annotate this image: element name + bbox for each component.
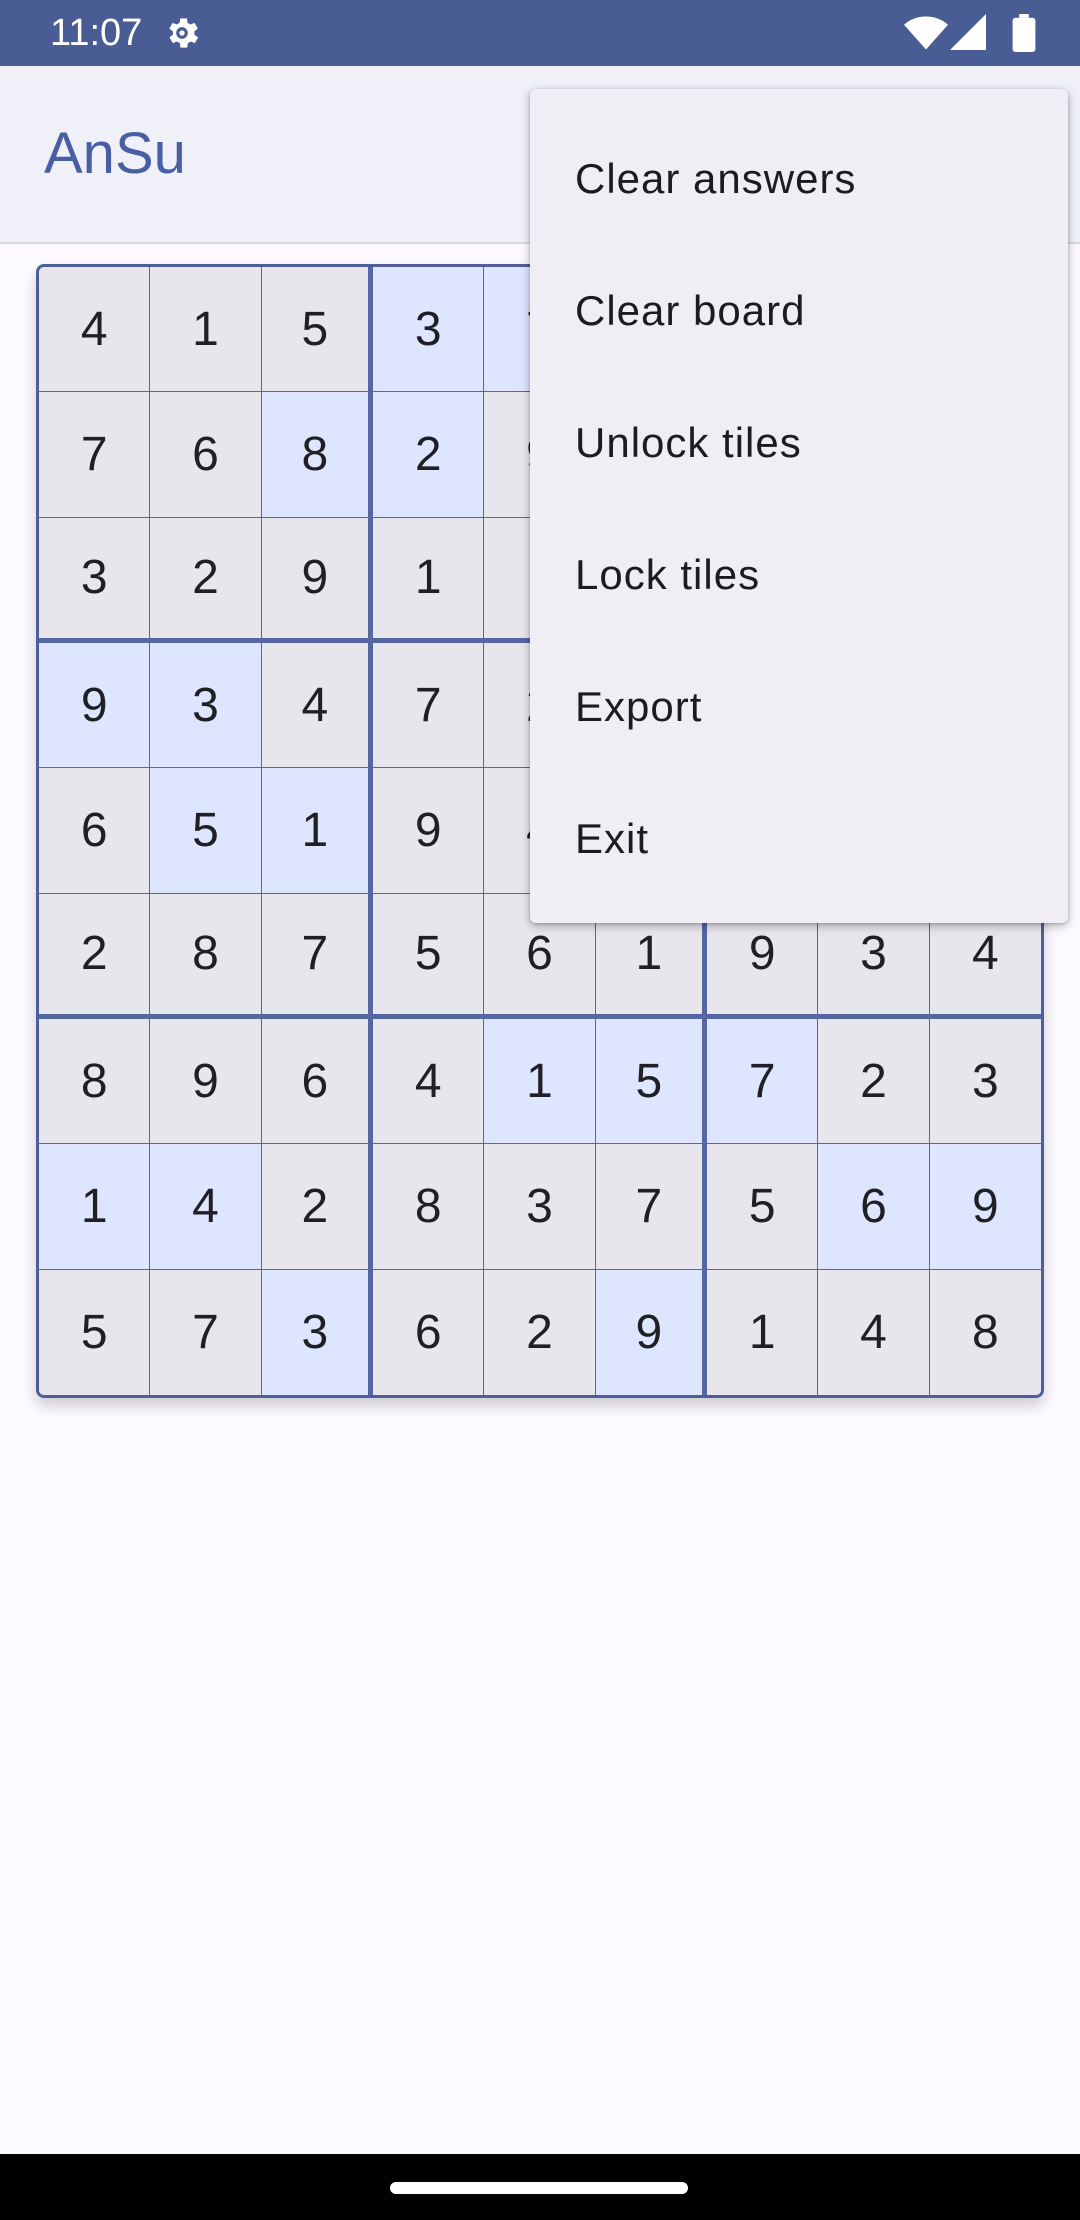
sudoku-cell[interactable]: 4 — [818, 1269, 930, 1395]
battery-icon — [1012, 14, 1036, 52]
app-title: AnSu — [44, 121, 186, 186]
sudoku-cell[interactable]: 6 — [39, 768, 151, 894]
sudoku-cell[interactable]: 1 — [373, 517, 485, 643]
sudoku-cell[interactable]: 8 — [929, 1269, 1041, 1395]
sudoku-cell[interactable]: 5 — [373, 893, 485, 1019]
sudoku-cell[interactable]: 7 — [39, 392, 151, 518]
sudoku-cell[interactable]: 4 — [373, 1019, 485, 1145]
sudoku-cell[interactable]: 1 — [39, 1144, 151, 1270]
settings-gear-icon — [169, 18, 199, 48]
menu-item-exit[interactable]: Exit — [530, 773, 1068, 905]
sudoku-cell[interactable]: 4 — [150, 1144, 262, 1270]
sudoku-cell[interactable]: 9 — [595, 1269, 707, 1395]
sudoku-cell[interactable]: 6 — [150, 392, 262, 518]
sudoku-cell[interactable]: 8 — [373, 1144, 485, 1270]
sudoku-cell[interactable]: 5 — [707, 1144, 819, 1270]
status-time: 11:07 — [50, 12, 143, 54]
sudoku-cell[interactable]: 2 — [818, 1019, 930, 1145]
sudoku-cell[interactable]: 3 — [39, 517, 151, 643]
sudoku-cell[interactable]: 2 — [373, 392, 485, 518]
sudoku-cell[interactable]: 1 — [707, 1269, 819, 1395]
sudoku-cell[interactable]: 9 — [150, 1019, 262, 1145]
sudoku-cell[interactable]: 1 — [150, 267, 262, 393]
sudoku-cell[interactable]: 3 — [484, 1144, 596, 1270]
sudoku-cell[interactable]: 5 — [595, 1019, 707, 1145]
home-gesture-handle[interactable] — [390, 2182, 688, 2194]
sudoku-cell[interactable]: 9 — [373, 768, 485, 894]
sudoku-cell[interactable]: 5 — [150, 768, 262, 894]
sudoku-cell[interactable]: 4 — [261, 643, 373, 769]
sudoku-cell[interactable]: 2 — [39, 893, 151, 1019]
status-bar: 11:07 — [0, 0, 1080, 66]
sudoku-cell[interactable]: 7 — [373, 643, 485, 769]
menu-item-export[interactable]: Export — [530, 641, 1068, 773]
sudoku-cell[interactable]: 7 — [595, 1144, 707, 1270]
sudoku-cell[interactable]: 5 — [261, 267, 373, 393]
sudoku-cell[interactable]: 9 — [929, 1144, 1041, 1270]
sudoku-cell[interactable]: 2 — [261, 1144, 373, 1270]
sudoku-cell[interactable]: 9 — [39, 643, 151, 769]
sudoku-cell[interactable]: 9 — [261, 517, 373, 643]
sudoku-cell[interactable]: 6 — [261, 1019, 373, 1145]
menu-item-lock-tiles[interactable]: Lock tiles — [530, 509, 1068, 641]
sudoku-cell[interactable]: 8 — [261, 392, 373, 518]
sudoku-cell[interactable]: 3 — [373, 267, 485, 393]
sudoku-cell[interactable]: 3 — [261, 1269, 373, 1395]
sudoku-cell[interactable]: 2 — [484, 1269, 596, 1395]
cell-signal-icon — [950, 14, 986, 50]
sudoku-cell[interactable]: 1 — [484, 1019, 596, 1145]
sudoku-cell[interactable]: 7 — [261, 893, 373, 1019]
sudoku-cell[interactable]: 8 — [150, 893, 262, 1019]
sudoku-cell[interactable]: 2 — [150, 517, 262, 643]
sudoku-cell[interactable]: 3 — [929, 1019, 1041, 1145]
sudoku-cell[interactable]: 3 — [150, 643, 262, 769]
wifi-icon — [904, 16, 948, 50]
overflow-menu: Clear answers Clear board Unlock tiles L… — [530, 89, 1068, 923]
sudoku-cell[interactable]: 6 — [373, 1269, 485, 1395]
menu-item-unlock-tiles[interactable]: Unlock tiles — [530, 377, 1068, 509]
sudoku-cell[interactable]: 4 — [39, 267, 151, 393]
menu-item-clear-board[interactable]: Clear board — [530, 245, 1068, 377]
sudoku-cell[interactable]: 8 — [39, 1019, 151, 1145]
navigation-bar — [0, 2154, 1080, 2220]
sudoku-cell[interactable]: 1 — [261, 768, 373, 894]
menu-item-clear-answers[interactable]: Clear answers — [530, 113, 1068, 245]
sudoku-cell[interactable]: 7 — [150, 1269, 262, 1395]
sudoku-cell[interactable]: 5 — [39, 1269, 151, 1395]
sudoku-cell[interactable]: 6 — [818, 1144, 930, 1270]
sudoku-cell[interactable]: 7 — [707, 1019, 819, 1145]
